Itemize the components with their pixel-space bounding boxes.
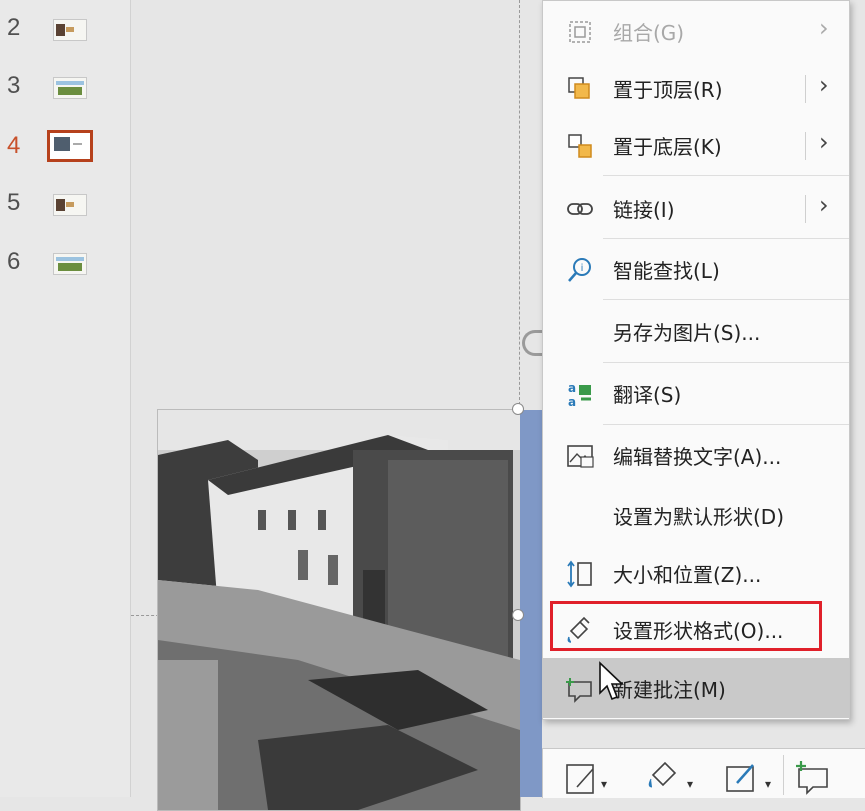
menu-item-link[interactable]: 链接(I) › (543, 178, 849, 238)
slide-number: 5 (7, 189, 21, 216)
menu-item-new-comment[interactable]: 新建批注(M) (543, 658, 849, 718)
alignment-guide-vertical (519, 0, 520, 410)
chevron-down-icon: ▾ (687, 777, 694, 791)
menu-item-divider (805, 132, 806, 160)
translate-icon: a a (568, 381, 591, 409)
menu-item-label: 新建批注(M) (613, 678, 726, 702)
menu-item-size-position[interactable]: 大小和位置(Z)... (543, 543, 849, 603)
new-comment-icon (796, 761, 828, 795)
chevron-right-icon: › (819, 14, 829, 42)
alt-text-icon (567, 445, 594, 468)
svg-text:a: a (568, 381, 576, 395)
outline-button[interactable]: ▾ (723, 757, 783, 797)
chevron-right-icon[interactable]: › (819, 128, 829, 156)
svg-text:i: i (581, 263, 584, 274)
send-to-back-icon (568, 134, 592, 158)
slide-number: 4 (7, 132, 21, 159)
slide-thumbnail-5[interactable]: 5 (0, 185, 130, 225)
slide-thumbnail-image[interactable] (53, 77, 87, 99)
slide-thumbnail-image[interactable] (53, 253, 87, 275)
smart-lookup-icon: i (568, 258, 591, 282)
slide-thumbnail-4[interactable]: 4 (0, 128, 130, 168)
new-comment-icon (566, 678, 592, 703)
menu-item-divider (805, 75, 806, 103)
menu-item-divider (805, 195, 806, 223)
svg-text:a: a (568, 395, 576, 409)
slide-number: 3 (7, 72, 21, 99)
menu-item-label: 编辑替换文字(A)... (613, 445, 782, 469)
menu-item-bring-to-front[interactable]: 置于顶层(R) › (543, 58, 849, 118)
slide-thumbnail-image[interactable] (47, 130, 93, 162)
menu-item-smart-lookup[interactable]: i 智能查找(L) (543, 239, 849, 299)
menu-divider (603, 299, 849, 300)
menu-item-translate[interactable]: a a 翻译(S) (543, 363, 849, 423)
menu-item-set-default-shape[interactable]: 设置为默认形状(D) (543, 485, 849, 545)
group-icon (569, 21, 591, 43)
fill-icon (648, 761, 677, 788)
mini-toolbar: ▾ ▾ ▾ (542, 748, 865, 798)
menu-item-label: 置于顶层(R) (613, 78, 723, 102)
menu-item-label: 智能查找(L) (613, 259, 720, 283)
fill-button[interactable]: ▾ (643, 757, 703, 797)
style-icon (566, 764, 594, 794)
new-comment-button[interactable] (793, 757, 853, 797)
slide-thumbnail-pane: 2 3 4 5 6 (0, 0, 131, 797)
chevron-down-icon: ▾ (765, 777, 772, 791)
menu-divider (603, 175, 849, 176)
slide-thumbnail-image[interactable] (53, 194, 87, 216)
chevron-right-icon[interactable]: › (819, 191, 829, 219)
highlight-box (550, 601, 822, 651)
mouse-cursor-icon (599, 661, 624, 701)
slide-number: 2 (7, 14, 21, 41)
style-button[interactable]: ▾ (563, 757, 623, 797)
menu-item-save-as-picture[interactable]: 另存为图片(S)... (543, 301, 849, 361)
slide-thumbnail-3[interactable]: 3 (0, 68, 130, 108)
link-icon (567, 203, 593, 215)
menu-item-label: 链接(I) (613, 198, 675, 222)
chevron-down-icon: ▾ (601, 777, 608, 791)
menu-item-send-to-back[interactable]: 置于底层(K) › (543, 115, 849, 175)
selected-picture[interactable] (157, 409, 521, 811)
slide-thumbnail-6[interactable]: 6 (0, 244, 130, 284)
size-position-icon (567, 560, 592, 588)
slide-number: 6 (7, 248, 21, 275)
selection-bar (520, 410, 542, 797)
rotate-handle[interactable] (522, 330, 542, 356)
slide-thumbnail-image[interactable] (53, 19, 87, 41)
resize-handle[interactable] (512, 609, 524, 621)
menu-item-label: 大小和位置(Z)... (613, 563, 762, 587)
menu-item-label: 设置为默认形状(D) (613, 505, 785, 529)
resize-handle[interactable] (512, 403, 524, 415)
menu-item-label: 翻译(S) (613, 383, 682, 407)
outline-icon (726, 764, 754, 792)
menu-item-label: 组合(G) (613, 21, 685, 45)
bring-to-front-icon (568, 77, 590, 99)
menu-item-label: 另存为图片(S)... (613, 321, 761, 345)
menu-item-label: 置于底层(K) (613, 135, 722, 159)
toolbar-divider (783, 755, 784, 795)
slide-thumbnail-2[interactable]: 2 (0, 10, 130, 50)
chevron-right-icon[interactable]: › (819, 71, 829, 99)
menu-item-group[interactable]: 组合(G) › (543, 1, 849, 61)
menu-item-edit-alt-text[interactable]: 编辑替换文字(A)... (543, 425, 849, 485)
